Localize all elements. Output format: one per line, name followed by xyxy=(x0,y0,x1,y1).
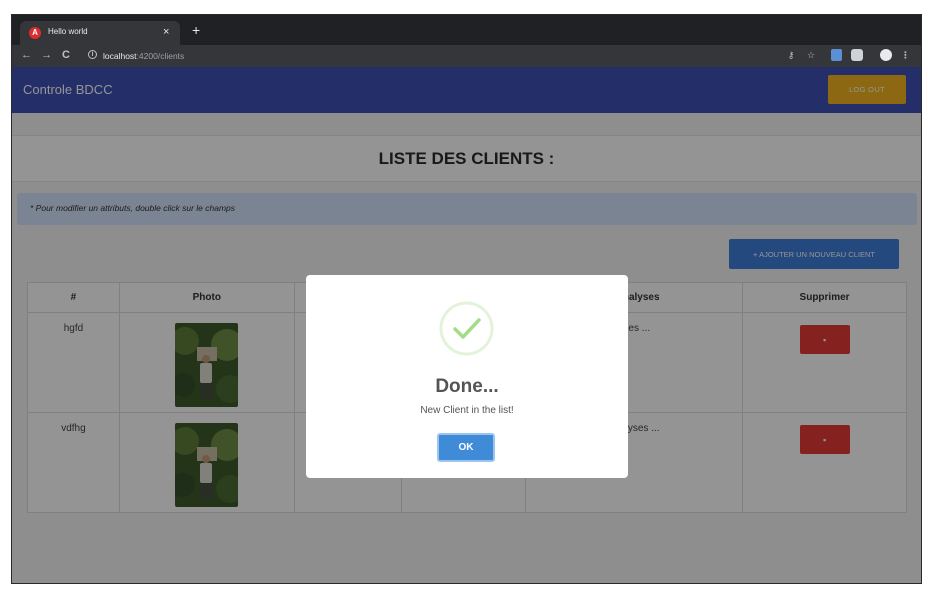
menu-icon[interactable]: ⋮ xyxy=(901,49,910,61)
tab-strip: A Hello world × + xyxy=(12,15,921,45)
extension-2-icon[interactable] xyxy=(851,49,863,61)
browser-tab[interactable]: A Hello world × xyxy=(20,21,180,45)
new-tab-icon[interactable]: + xyxy=(192,22,200,38)
browser-window: A Hello world × + ← → C i localhost:4200… xyxy=(11,14,922,584)
ok-button[interactable]: OK xyxy=(437,433,495,462)
app-page: Controle BDCC LOG OUT LISTE DES CLIENTS … xyxy=(12,67,921,583)
forward-icon[interactable]: → xyxy=(41,48,52,62)
profile-icon[interactable] xyxy=(880,49,892,61)
angular-favicon-icon: A xyxy=(29,27,41,39)
address-bar[interactable]: localhost:4200/clients xyxy=(103,50,184,62)
dialog-message: New Client in the list! xyxy=(420,405,514,416)
extension-icon[interactable] xyxy=(831,49,842,61)
dialog-title: Done... xyxy=(435,376,499,397)
back-icon[interactable]: ← xyxy=(21,48,32,62)
success-dialog: Done... New Client in the list! OK xyxy=(306,275,628,478)
site-info-icon[interactable]: i xyxy=(88,50,97,59)
url-path: :4200/clients xyxy=(136,51,185,61)
star-icon[interactable]: ☆ xyxy=(805,49,817,61)
success-check-icon xyxy=(439,301,494,356)
tab-title: Hello world xyxy=(48,27,88,36)
tab-close-icon[interactable]: × xyxy=(163,25,169,39)
reload-icon[interactable]: C xyxy=(62,48,70,62)
browser-toolbar: ← → C i localhost:4200/clients ⚷ ☆ ⋮ xyxy=(12,45,921,67)
key-icon[interactable]: ⚷ xyxy=(785,49,797,61)
url-host: localhost xyxy=(103,51,137,61)
